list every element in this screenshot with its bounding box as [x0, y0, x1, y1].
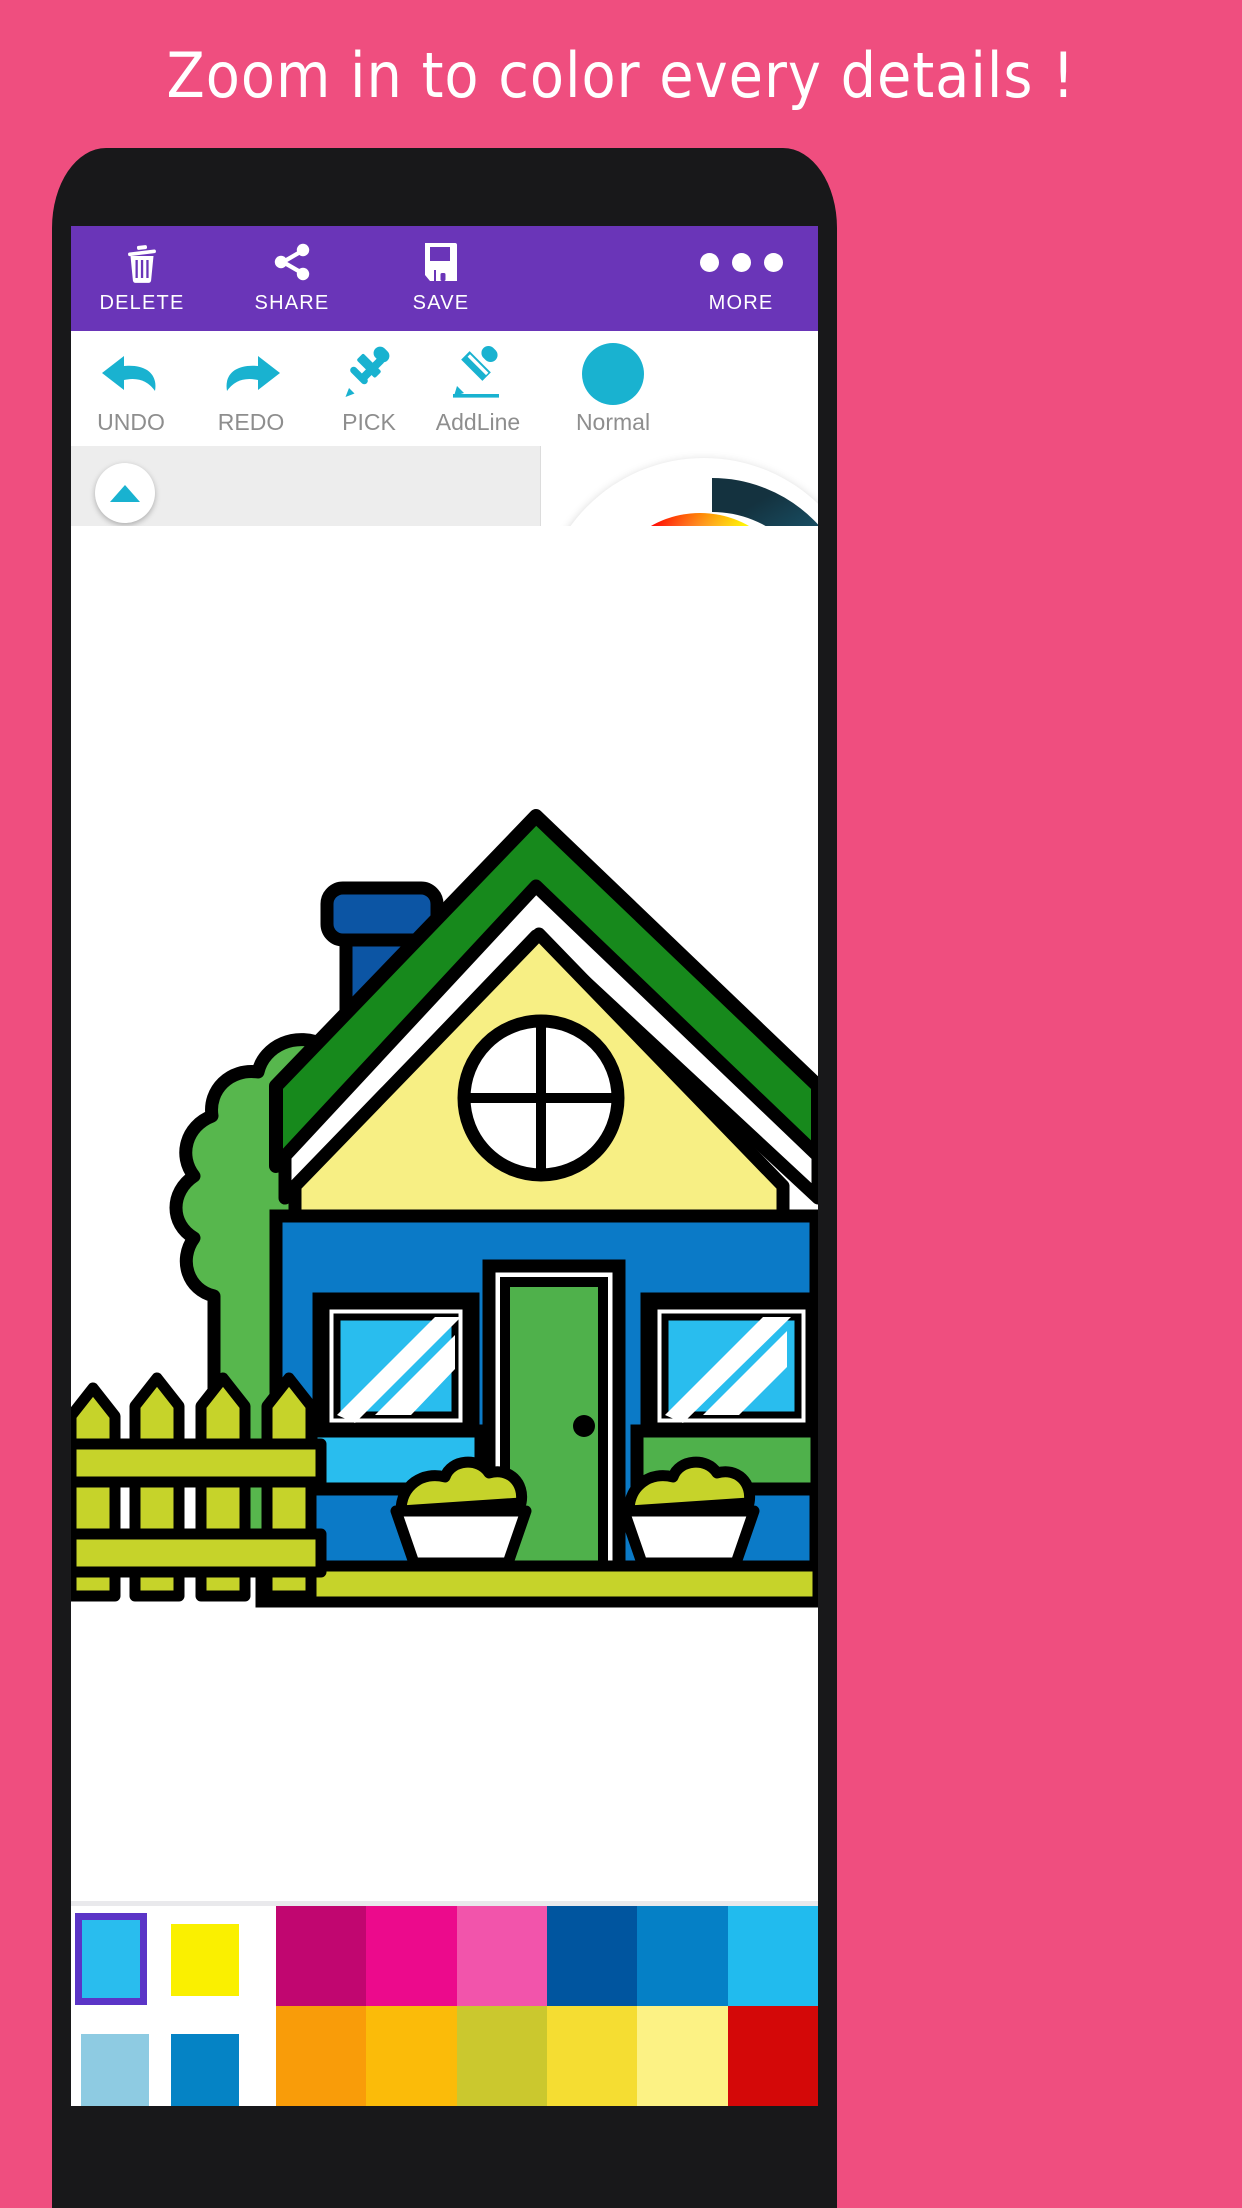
- coloring-canvas[interactable]: [71, 526, 818, 1901]
- filled-circle-icon: [582, 343, 644, 405]
- share-icon: [270, 239, 314, 285]
- pencil-icon: [447, 343, 509, 405]
- floppy-disk-icon: [419, 239, 463, 285]
- palette-grid-swatch[interactable]: [366, 2006, 457, 2106]
- palette-grid-swatch[interactable]: [366, 1906, 457, 2006]
- share-label: SHARE: [254, 292, 330, 314]
- delete-label: DELETE: [99, 292, 185, 314]
- color-palette[interactable]: [71, 1901, 818, 2208]
- overflow-dots-icon: [699, 239, 783, 285]
- undo-arrow-icon: [98, 343, 164, 405]
- palette-swatch-fill: [82, 1920, 140, 1998]
- palette-swatch[interactable]: [171, 2034, 239, 2106]
- palette-grid-swatch[interactable]: [276, 2006, 367, 2106]
- palette-swatch-selected[interactable]: [75, 1913, 147, 2005]
- house-artwork[interactable]: [71, 526, 818, 1901]
- recent-colors-group: [71, 1906, 239, 2106]
- palette-grid-swatch[interactable]: [547, 1906, 638, 2006]
- more-label: MORE: [708, 292, 774, 314]
- app-toolbar: DELETE SHARE SAVE MORE: [71, 226, 818, 331]
- promo-headline: Zoom in to color every details !: [166, 38, 1076, 112]
- palette-grid-swatch[interactable]: [456, 1906, 547, 2006]
- phone-frame: DELETE SHARE SAVE MORE UNDO REDO PICK Ad…: [52, 148, 837, 2208]
- redo-arrow-icon: [218, 343, 284, 405]
- save-label: SAVE: [412, 292, 470, 314]
- undo-label: UNDO: [97, 409, 165, 435]
- palette-grid-swatch[interactable]: [456, 2006, 547, 2106]
- palette-grid-swatch[interactable]: [637, 1906, 728, 2006]
- palette-swatch[interactable]: [81, 2034, 149, 2106]
- brush-mode-label: Normal: [575, 409, 651, 435]
- palette-grid-swatch[interactable]: [637, 2006, 728, 2106]
- eyedropper-icon: [340, 343, 398, 405]
- brush-mode-button[interactable]: Normal: [548, 331, 678, 446]
- palette-grid-swatch[interactable]: [727, 2006, 818, 2106]
- add-line-button[interactable]: AddLine: [408, 331, 548, 446]
- palette-grid-swatch[interactable]: [276, 1906, 367, 2006]
- palette-grid-swatch[interactable]: [547, 2006, 638, 2106]
- triangle-up-icon: [110, 484, 140, 502]
- drawing-tool-row: UNDO REDO PICK AddLine Normal: [71, 331, 818, 446]
- add-line-label: AddLine: [435, 409, 521, 435]
- trash-icon: [121, 239, 163, 285]
- pick-label: PICK: [342, 409, 396, 435]
- more-button[interactable]: MORE: [681, 226, 801, 331]
- palette-grid[interactable]: [276, 1906, 818, 2106]
- undo-button[interactable]: UNDO: [75, 331, 187, 446]
- share-button[interactable]: SHARE: [232, 226, 352, 331]
- redo-label: REDO: [217, 409, 285, 435]
- delete-button[interactable]: DELETE: [82, 226, 202, 331]
- phone-screen: DELETE SHARE SAVE MORE UNDO REDO PICK Ad…: [71, 226, 818, 2208]
- palette-swatch[interactable]: [171, 1924, 239, 1996]
- redo-button[interactable]: REDO: [195, 331, 307, 446]
- expand-panel-button[interactable]: [95, 463, 155, 523]
- palette-overflow-fill: [71, 2106, 818, 2208]
- save-button[interactable]: SAVE: [381, 226, 501, 331]
- palette-grid-swatch[interactable]: [727, 1906, 818, 2006]
